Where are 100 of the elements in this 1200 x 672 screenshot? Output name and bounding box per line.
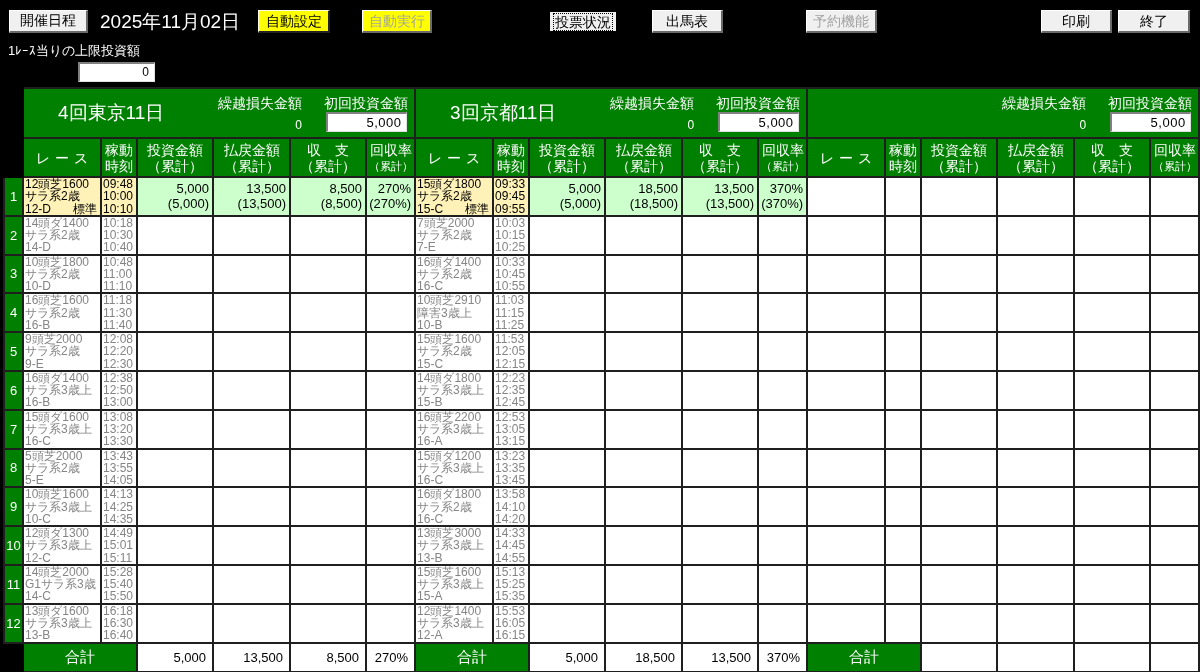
amount-cumulative: (370%) <box>760 196 804 212</box>
race-code-text: 12-C <box>25 551 51 564</box>
column-header: 回収率 （累計） <box>366 138 416 177</box>
race-time: 11:15 <box>495 306 526 319</box>
race-code-text: 12-D <box>25 202 51 215</box>
race-time: 10:48 <box>103 255 135 268</box>
race-time: 16:15 <box>495 629 527 642</box>
race-time: 12:20 <box>103 345 135 358</box>
race-time: 15:25 <box>495 578 527 591</box>
race-time: 12:38 <box>103 372 135 385</box>
initial-amount-field[interactable]: 5,000 <box>1109 112 1191 132</box>
race-time: 15:53 <box>495 604 527 618</box>
race-code-text: 13-B <box>25 629 51 642</box>
amount-value: 5,000 <box>175 181 209 197</box>
race-time: 12:30 <box>103 357 135 370</box>
column-header: レース <box>415 138 494 177</box>
race-class-text: サラ系2歳 <box>25 229 81 242</box>
race-time: 14:20 <box>495 512 527 526</box>
race-class-text: サラ系2歳 <box>417 345 473 358</box>
race-time: 12:23 <box>495 372 527 385</box>
limit-field[interactable]: 0 <box>78 62 155 82</box>
race-time: 09:55 <box>495 202 527 215</box>
race-time: 14:35 <box>103 512 135 526</box>
race-time: 10:30 <box>103 229 135 242</box>
race-class-text: サラ系3歳上 <box>417 423 485 436</box>
race-class-text: サラ系3歳上 <box>25 539 93 552</box>
race-time: 10:45 <box>495 267 527 281</box>
carryover-value: 0 <box>295 118 303 132</box>
race-course-text: 16頭芝1600 <box>25 294 91 307</box>
race-course-text: 10頭芝1600 <box>25 488 90 501</box>
race-code-text: 10-B <box>417 318 443 332</box>
race-time: 09:33 <box>495 178 527 191</box>
amount-value: 8,500 <box>328 181 362 197</box>
race-time: 14:45 <box>495 539 527 552</box>
race-code-text: 9-E <box>25 357 44 370</box>
race-time: 14:49 <box>103 527 135 540</box>
amount-cumulative: (5,000) <box>166 196 209 212</box>
amount-cumulative: (270%) <box>368 196 412 212</box>
row-number: 7 <box>4 409 23 449</box>
race-class-text: サラ系3歳上 <box>417 578 485 591</box>
race-class-text: サラ系3歳上 <box>25 423 93 436</box>
race-time: 16:40 <box>103 629 135 642</box>
amount-value: 5,000 <box>567 181 602 197</box>
column-header: 収 支 （累計） <box>682 138 759 177</box>
race-code-text: 16-B <box>25 318 51 332</box>
race-time: 12:05 <box>495 345 527 358</box>
race-class-text: サラ系2歳 <box>417 500 473 513</box>
race-time: 13:15 <box>495 435 527 448</box>
race-course-text: 14頭ダ1800 <box>417 372 482 385</box>
toolbar-button[interactable]: 出馬表 <box>652 10 724 33</box>
race-course-text: 16頭ダ1800 <box>417 488 483 501</box>
race-grade-text: 標準 <box>465 202 490 215</box>
race-code-text: 16-B <box>25 396 51 409</box>
race-course-text: 9頭芝2000 <box>25 333 84 346</box>
schedule-button[interactable]: 開催日程 <box>9 10 88 33</box>
column-header: 投資金額 （累計） <box>921 138 998 177</box>
race-time: 13:58 <box>495 488 527 501</box>
race-code-text: 16-C <box>25 435 51 448</box>
total-value: 270% <box>374 649 409 665</box>
race-code-text: 15-C <box>417 357 444 370</box>
column-header: 収 支 （累計） <box>1074 138 1151 177</box>
initial-amount-field[interactable]: 5,000 <box>325 112 407 132</box>
race-code-text: 15-B <box>417 396 443 409</box>
column-header: レース <box>23 138 101 177</box>
total-value: 370% <box>766 649 801 665</box>
race-course-text: 10頭芝2910 <box>417 294 483 307</box>
race-time: 16:18 <box>103 604 135 618</box>
race-time: 13:08 <box>103 410 135 424</box>
race-class-text: 障害3歳上 <box>417 306 473 319</box>
toolbar-button[interactable]: 投票状況 <box>548 10 619 33</box>
race-code-text: 14-C <box>25 590 51 603</box>
amount-cumulative: (5,000) <box>558 196 602 212</box>
column-header: レース <box>807 138 886 177</box>
race-code-text: 10-C <box>25 512 51 526</box>
race-class-text: サラ系2歳 <box>25 190 80 203</box>
column-header: 払戻金額 （累計） <box>213 138 290 177</box>
column-header: 回収率 （累計） <box>758 138 808 177</box>
race-time: 14:55 <box>495 551 527 564</box>
race-class-text: サラ系2歳 <box>417 267 473 281</box>
initial-amount-field[interactable]: 5,000 <box>717 112 799 132</box>
column-header: 払戻金額 （累計） <box>997 138 1075 177</box>
total-label: 合計 <box>415 642 530 672</box>
amount-value: 270% <box>376 181 412 197</box>
row-number: 6 <box>4 371 23 410</box>
race-time: 13:43 <box>103 449 135 462</box>
carryover-label: 繰越損失金額 <box>610 95 695 111</box>
race-time: 10:00 <box>103 190 135 203</box>
race-time: 15:40 <box>103 578 135 591</box>
total-value: 5,000 <box>173 649 206 665</box>
toolbar-button[interactable]: 自動設定 <box>258 10 331 33</box>
race-class-text: サラ系2歳 <box>25 345 81 358</box>
toolbar-button[interactable]: 終了 <box>1118 10 1190 33</box>
race-course-text: 15頭ダ1200 <box>417 449 482 462</box>
amount-cumulative: (13,500) <box>236 196 286 212</box>
race-time: 10:40 <box>103 241 135 254</box>
race-time: 12:08 <box>103 333 135 346</box>
race-time: 09:48 <box>103 178 135 191</box>
race-code-text: 16-A <box>417 435 443 448</box>
row-number: 12 <box>4 603 23 643</box>
toolbar-button[interactable]: 印刷 <box>1041 10 1112 33</box>
